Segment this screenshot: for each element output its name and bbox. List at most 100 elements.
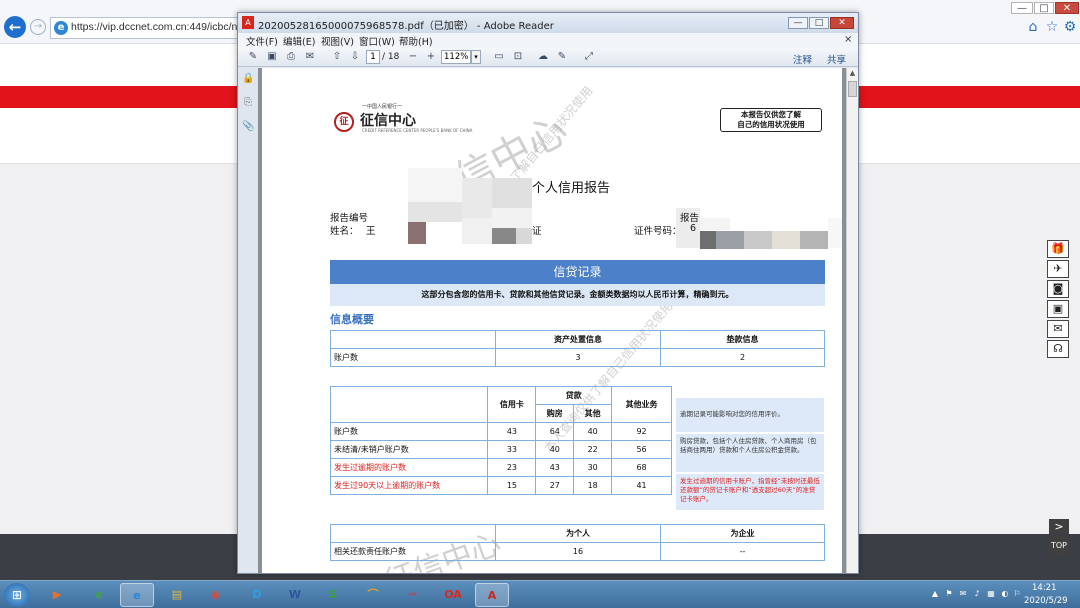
table-cell: 16 (495, 542, 661, 561)
settings-gear-icon[interactable]: ⚙ (1061, 18, 1079, 36)
address-bar[interactable]: e https://vip.dccnet.com.cn:449/icbc/new… (50, 17, 240, 39)
scroll-thumb[interactable] (848, 81, 857, 97)
clock-date[interactable]: 2020/5/29 (1024, 596, 1068, 606)
reader-minimize-button[interactable]: — (788, 17, 808, 29)
notes-column: 逾期记录可能影响对您的信用评价。 购房贷款，包括个人住房贷款、个人商用房（包括商… (676, 398, 824, 512)
adobe-reader-icon[interactable]: A (475, 583, 509, 607)
print-icon[interactable]: ⎙ (284, 50, 298, 64)
calendar-icon[interactable]: ▣ (1047, 300, 1069, 318)
back-to-top-button[interactable]: TOP (1049, 536, 1069, 556)
attachment-icon[interactable]: 📎 (242, 121, 254, 133)
table-cell: -- (660, 542, 825, 561)
start-button[interactable]: ⊞ (4, 583, 30, 607)
fullscreen-icon[interactable]: ⤢ (582, 50, 596, 64)
lock-icon[interactable]: 🔒 (242, 73, 254, 85)
headset-icon[interactable]: ☊ (1047, 340, 1069, 358)
reader-title-bar[interactable]: A 20200528165000075968578.pdf（已加密） - Ado… (238, 13, 858, 33)
send-icon[interactable]: ✈ (1047, 260, 1069, 278)
table-header: 其他业务 (611, 386, 672, 423)
id-type-value: 证 (532, 226, 542, 237)
note-overdue-card: 发生过逾期的信用卡账户，指曾经“未按时还最低还款额”的贷记卡账户和“透支超过60… (676, 474, 824, 510)
reader-maximize-button[interactable]: □ (809, 17, 829, 29)
back-button[interactable]: ← (4, 16, 26, 38)
file-explorer-icon[interactable]: ▤ (160, 583, 194, 607)
address-url[interactable]: https://vip.dccnet.com.cn:449/icbc/newp (71, 21, 239, 33)
tray-power-icon[interactable]: ◐ (1000, 589, 1010, 599)
favorites-star-icon[interactable]: ☆ (1043, 18, 1061, 36)
tray-flag-icon[interactable]: ⚑ (944, 589, 954, 599)
table-cell: 23 (487, 458, 537, 477)
table-cell: 68 (611, 458, 672, 477)
message-icon[interactable]: ✉ (1047, 320, 1069, 338)
tray-expand-icon[interactable]: ▲ (930, 589, 940, 599)
table-cell: 64 (535, 422, 575, 441)
usage-stamp: 本报告仅供您了解 自己的信用状况使用 (720, 108, 822, 132)
table-row: 账户数 43 64 40 92 (329, 422, 672, 441)
table-cell: 发生过90天以上逾期的账户数 (329, 476, 489, 495)
forward-button[interactable]: → (30, 19, 46, 35)
pdf-page: 征信中心 本人查询仅供了解自己信用状况使用 本人查询仅供了解自己信用状况使用 征… (262, 68, 842, 573)
document-view[interactable]: 征信中心 本人查询仅供了解自己信用状况使用 本人查询仅供了解自己信用状况使用 征… (258, 68, 846, 573)
tray-volume-icon[interactable]: ♪ (972, 589, 982, 599)
table-cell: 27 (535, 476, 575, 495)
vertical-scrollbar[interactable]: ▲ (846, 68, 858, 573)
table-cell: 40 (573, 422, 613, 441)
pages-icon[interactable]: ⎘ (242, 97, 254, 109)
collapse-arrow-button[interactable]: > (1049, 519, 1069, 535)
menu-file[interactable]: 文件(F) (246, 34, 278, 48)
adobe-reader-window: A 20200528165000075968578.pdf（已加密） - Ado… (237, 12, 859, 574)
overview-heading: 信息概要 (330, 313, 374, 326)
media-player-icon[interactable]: ▶ (40, 583, 74, 607)
spreadsheet-icon[interactable]: S (316, 583, 350, 607)
home-icon[interactable]: ⌂ (1024, 18, 1042, 36)
annotate-button[interactable]: 注释 (793, 52, 812, 66)
browser-maximize-button[interactable]: □ (1034, 2, 1054, 14)
reader-close-button[interactable]: ✕ (830, 17, 854, 29)
zoom-out-icon[interactable]: − (406, 50, 420, 64)
page-number-input[interactable]: 1 (366, 50, 380, 64)
create-pdf-icon[interactable]: ✎ (246, 50, 260, 64)
browser-close-button[interactable]: ✕ (1055, 2, 1079, 14)
zoom-in-icon[interactable]: + (424, 50, 438, 64)
tray-network-icon[interactable]: ▦ (986, 589, 996, 599)
qq-browser-icon[interactable]: ⌒ (356, 583, 390, 607)
email-icon[interactable]: ✉ (303, 50, 317, 64)
zoom-dropdown-arrow-icon[interactable]: ▾ (471, 50, 481, 64)
table-cell: 41 (611, 476, 672, 495)
snipping-tool-icon[interactable]: ✂ (396, 583, 430, 607)
scroll-up-icon[interactable]: ▲ (847, 68, 858, 79)
section-description: 这部分包含您的信用卡、贷款和其他信贷记录。金额类数据均以人民币计算，精确到元。 (330, 284, 825, 306)
table-cell: 15 (487, 476, 537, 495)
comment-icon[interactable]: ☁ (536, 50, 550, 64)
share-button[interactable]: 共享 (827, 52, 846, 66)
menu-window[interactable]: 窗口(W) (359, 34, 395, 48)
menu-edit[interactable]: 编辑(E) (283, 34, 315, 48)
fit-width-icon[interactable]: ⊡ (511, 50, 525, 64)
sign-icon[interactable]: ✎ (555, 50, 569, 64)
chrome-icon[interactable]: ◉ (198, 583, 232, 607)
tray-action-icon[interactable]: ⚐ (1012, 589, 1022, 599)
internet-explorer-icon[interactable]: e (120, 583, 154, 607)
menu-help[interactable]: 帮助(H) (399, 34, 433, 48)
next-page-icon[interactable]: ⇩ (348, 50, 362, 64)
table-cell: 发生过逾期的账户数 (329, 458, 489, 477)
zoom-level-select[interactable]: 112% (441, 50, 471, 64)
menu-view[interactable]: 视图(V) (321, 34, 354, 48)
dingtalk-icon[interactable]: D (240, 583, 274, 607)
tray-mail-icon[interactable]: ✉ (958, 589, 968, 599)
table-header: 贷款 (535, 386, 613, 405)
browser-360-icon[interactable]: e (82, 583, 116, 607)
gift-icon[interactable]: 🎁 (1047, 240, 1069, 258)
save-icon[interactable]: ▣ (265, 50, 279, 64)
oa-app-icon[interactable]: OA (436, 583, 470, 607)
browser-minimize-button[interactable]: — (1011, 2, 1033, 14)
table-cell: 账户数 (329, 422, 489, 441)
menu-close-icon[interactable]: × (844, 34, 852, 45)
back-to-top-label: TOP (1050, 541, 1067, 550)
prev-page-icon[interactable]: ⇧ (330, 50, 344, 64)
word-icon[interactable]: W (278, 583, 312, 607)
camera-icon[interactable]: ◙ (1047, 280, 1069, 298)
fit-page-icon[interactable]: ▭ (492, 50, 506, 64)
clock-time[interactable]: 14:21 (1032, 583, 1057, 593)
table-row: 资产处置信息 垫款信息 (330, 330, 825, 349)
